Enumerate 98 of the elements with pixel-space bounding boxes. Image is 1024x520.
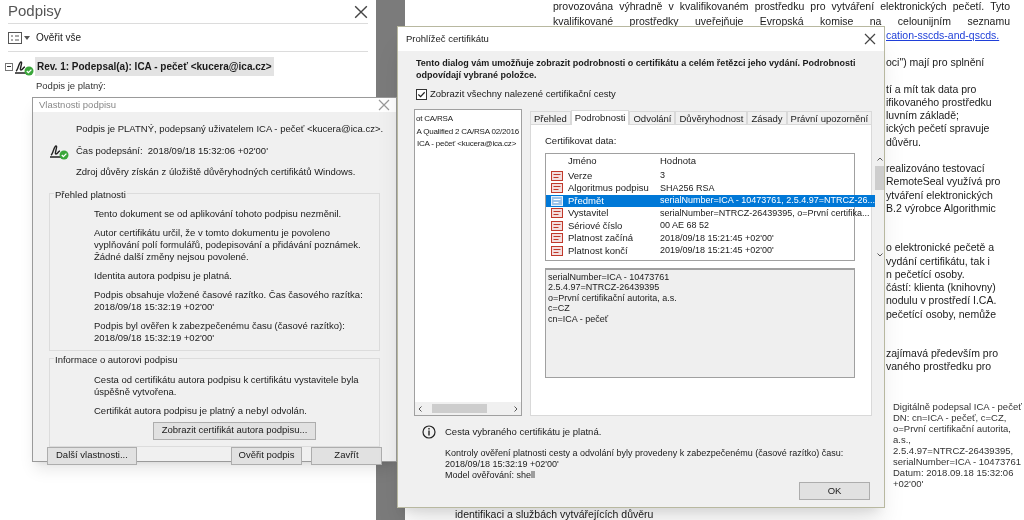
summary-text: Čas podepsání: 2018/09/18 15:32:06 +02'00' xyxy=(76,143,269,158)
tree-item[interactable]: ICA - pečeť <kucera@ica.cz> xyxy=(417,138,517,151)
list-row[interactable]: Sériové číslo 00 AE 68 52 xyxy=(546,219,876,232)
list-row[interactable]: Verze 3 xyxy=(546,169,876,182)
field-value: 2018/09/18 15:21:45 +02'00' xyxy=(660,231,774,245)
detail-line: cn=ICA - pečeť xyxy=(548,313,610,324)
field-value: 2019/09/18 15:21:45 +02'00' xyxy=(660,244,774,257)
info-text: Cesta od certifikátu autora podpisu k certifikátu vystavitele byla úspěšně vytvořena. xyxy=(94,373,360,398)
status-text: Cesta vybraného certifikátu je platná. xyxy=(445,425,603,440)
field-name: Verze xyxy=(568,168,594,183)
field-name: Předmět xyxy=(568,193,605,208)
field-value: 3 xyxy=(660,169,665,182)
note-text: 2018/09/18 15:32:19 +02'00' xyxy=(445,458,560,470)
list-row[interactable]: Vystavitel serialNumber=NTRCZ-26439395, o=První certifika... xyxy=(546,207,876,220)
ok-button[interactable]: OK xyxy=(799,482,870,500)
note-text: Kontroly ověření platnosti cesty a odvolání byly provedeny k zabezpečenému (časové razítko) času: xyxy=(445,447,844,459)
paragraph-text: tí a mít tak data pro ifikovaného prostředku luvním základě; ických pečetí spravuje důvěru. xyxy=(886,82,992,150)
tab[interactable]: Podrobnosti xyxy=(570,110,630,126)
text-line: kvalifikované prostředky uveřejňuje Evropská komise na celounijním seznamu xyxy=(553,14,1010,29)
detail-box[interactable]: serialNumber=ICA - 10473761 2.5.4.97=NTRCZ-26439395 o=První certifikační autorita, a.s. c=CZ cn=ICA - pečeť xyxy=(545,267,855,378)
summary-text: Podpis je PLATNÝ, podepsaný uživatelem ICA - pečeť <kucera@ica.cz>. xyxy=(76,122,384,137)
summary-text: Zdroj důvěry získán z úložiště důvěryhodných certifikátů Windows. xyxy=(76,164,357,179)
field-label: Certifikovat data: xyxy=(545,134,617,149)
certificate-field-icon xyxy=(551,208,563,219)
scroll-up-icon[interactable] xyxy=(876,156,883,161)
scrollbar[interactable] xyxy=(415,402,521,416)
info-text: Tento dokument se od aplikování tohoto podpisu nezměnil. xyxy=(94,208,343,221)
text-line: identifikaci a službách vytvářejících důvěru xyxy=(455,508,654,520)
tab[interactable]: Zásady xyxy=(747,111,787,125)
detail-line: serialNumber=ICA - 10473761 xyxy=(548,271,671,282)
signature-stamp-text: Digitálně podepsal ICA - pečeť DN: cn=ICA - pečeť, c=CZ, o=První certifikační autorita, a.s., 2.5.4.97=NTRCZ-26439395, serialNumber=ICA - 10473761 Datum: 2018.09.18 15:32:06 +02'00' xyxy=(893,400,1022,489)
list-view-icon xyxy=(8,31,22,44)
note-text: Model ověřování: shell xyxy=(445,469,537,481)
list-row[interactable]: Předmět serialNumber=ICA - 10473761, 2.5.4.97=NTRCZ-26... xyxy=(546,194,876,207)
list-row[interactable]: Platnost končí 2019/09/18 15:21:45 +02'00' xyxy=(546,244,876,257)
close-icon[interactable] xyxy=(354,4,368,19)
paragraph-text: o elektronické pečetě a vydání certifikátu, tak i n pečetící osoby. částí: klienta (knihovny) nodulu v prostředí I.CA. pečetící osoby, nemůže xyxy=(886,241,997,322)
scroll-right-icon[interactable] xyxy=(514,405,518,412)
column-header[interactable]: Hodnota xyxy=(660,154,696,169)
view-options-button[interactable] xyxy=(8,31,30,44)
info-icon xyxy=(422,425,436,440)
certificate-field-icon xyxy=(551,233,563,244)
paragraph-text: oci") mají pro splnění xyxy=(886,56,985,70)
tab[interactable]: Důvěryhodnost xyxy=(675,111,748,125)
link[interactable]: cation-sscds-and-qscds. xyxy=(886,29,1000,43)
panel-title: Podpisy xyxy=(8,1,62,22)
detail-line: c=CZ xyxy=(548,303,571,314)
scroll-left-icon[interactable] xyxy=(418,405,422,412)
group-title: Přehled platnosti xyxy=(54,188,127,203)
field-name: Platnost končí xyxy=(568,243,629,258)
paragraph-text: zajímavá především pro vaného prostředku pro xyxy=(886,347,999,374)
field-value: serialNumber=ICA - 10473761, 2.5.4.97=NTRCZ-26... xyxy=(660,194,876,207)
close-icon[interactable] xyxy=(864,33,876,45)
info-text: Podpis byl ověřen k zabezpečenému času (časové razítko): 2018/09/18 15:32:19 +02'00' xyxy=(94,320,346,345)
status-text: Podpis je platný: xyxy=(36,79,107,93)
window-title: Prohlížeč certifikátu xyxy=(406,31,489,46)
window-title: Vlastnosti podpisu xyxy=(39,98,117,112)
caret-icon xyxy=(24,35,30,40)
tab[interactable]: Odvolání xyxy=(629,111,676,125)
certificate-field-icon xyxy=(551,245,563,256)
show-certificate-button[interactable]: Zobrazit certifikát autora podpisu... xyxy=(152,421,317,440)
field-value: serialNumber=NTRCZ-26439395, o=První certifika... xyxy=(660,206,870,220)
info-text: Autor certifikátu určil, že v tomto dokumentu je povoleno vyplňování polí formulářů, podepisování a přidávání poznámek. Žádné další změny nejsou povolené. xyxy=(94,227,362,264)
info-text: Identita autora podpisu je platná. xyxy=(94,270,233,283)
paragraph-text: realizováno testovací RemoteSeal využívá pro ytváření elektronických B.2 výrobce Algorithmic xyxy=(886,162,1001,216)
column-header[interactable]: Jméno xyxy=(568,154,660,169)
field-name: Vystavitel xyxy=(568,206,610,221)
tab[interactable]: Přehled xyxy=(530,111,571,125)
scroll-thumb[interactable] xyxy=(875,165,885,190)
checkbox-label: Zobrazit všechny nalezené certifikační cesty xyxy=(430,87,616,101)
detail-line: 2.5.4.97=NTRCZ-26439395 xyxy=(548,282,661,293)
signature-check-icon xyxy=(49,142,69,161)
signature-item[interactable]: Rev. 1: Podepsal(a): ICA - pečeť <kucera@ica.cz> xyxy=(35,57,274,76)
field-value: 00 AE 68 52 xyxy=(660,219,710,232)
tree-item[interactable]: A Qualified 2 CA/RSA 02/2016 xyxy=(416,125,519,139)
certificate-field-icon xyxy=(551,170,563,181)
list-row[interactable]: Platnost začíná 2018/09/18 15:21:45 +02'00' xyxy=(546,232,876,245)
description-text: Tento dialog vám umožňuje zobrazit podrobnosti o certifikátu a celém řetězci jeho vydání. Podrobnosti odpovídají vybrané položce. xyxy=(416,57,856,81)
certificate-field-icon xyxy=(551,195,563,206)
field-value: SHA256 RSA xyxy=(660,181,715,195)
text-line: provozována výhradně v kvalifikovaném prostředku pro vytváření elektronických pečetí. Tyto xyxy=(553,0,1010,14)
certificate-field-icon xyxy=(551,183,563,194)
checkbox[interactable] xyxy=(416,88,427,100)
field-name: Sériové číslo xyxy=(568,218,624,233)
expander-icon[interactable] xyxy=(5,62,13,71)
tab[interactable]: Právní upozornění xyxy=(786,111,873,125)
certificate-field-icon xyxy=(551,220,563,231)
info-text: Podpis obsahuje vložené časové razítko. Čas časového razítka: 2018/09/18 15:32:19 +02'00' xyxy=(94,289,364,314)
detail-line: o=První certifikační autorita, a.s. xyxy=(548,292,678,303)
verify-all-button[interactable]: Ověřit vše xyxy=(36,30,81,45)
list-row[interactable]: Algoritmus podpisu SHA256 RSA xyxy=(546,182,876,195)
group-title: Informace o autorovi podpisu xyxy=(54,353,179,368)
field-name: Platnost začíná xyxy=(568,231,634,246)
tree-item[interactable]: ot CA/RSA xyxy=(416,113,453,126)
scroll-down-icon[interactable] xyxy=(876,252,883,257)
field-name: Algoritmus podpisu xyxy=(568,181,650,196)
scroll-thumb[interactable] xyxy=(432,404,487,414)
info-text: Certifikát autora podpisu je platný a nebyl odvolán. xyxy=(94,404,308,417)
